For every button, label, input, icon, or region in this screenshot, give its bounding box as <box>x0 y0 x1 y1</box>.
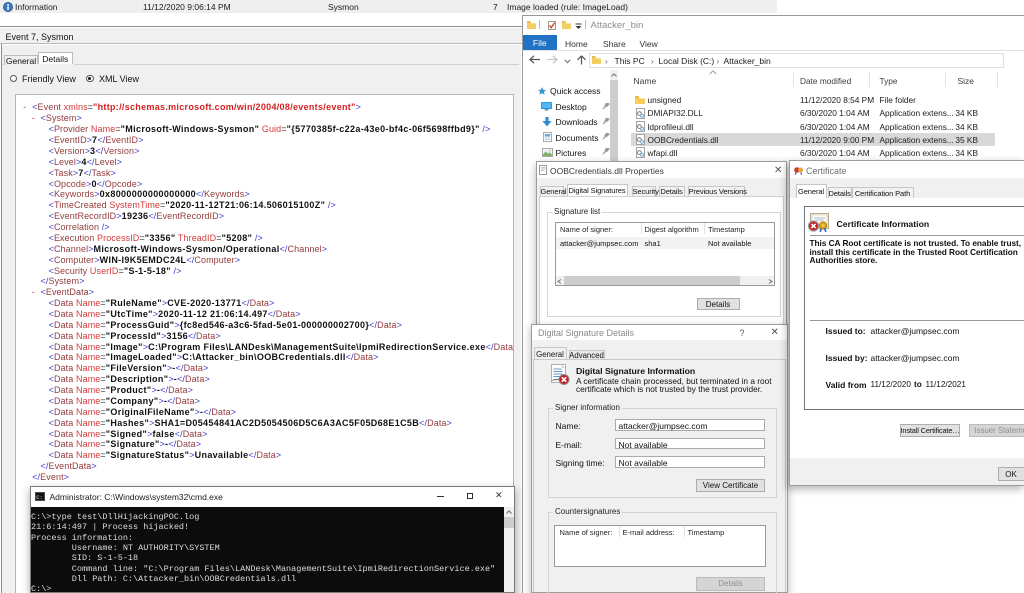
svg-text:C:: C: <box>36 493 43 500</box>
